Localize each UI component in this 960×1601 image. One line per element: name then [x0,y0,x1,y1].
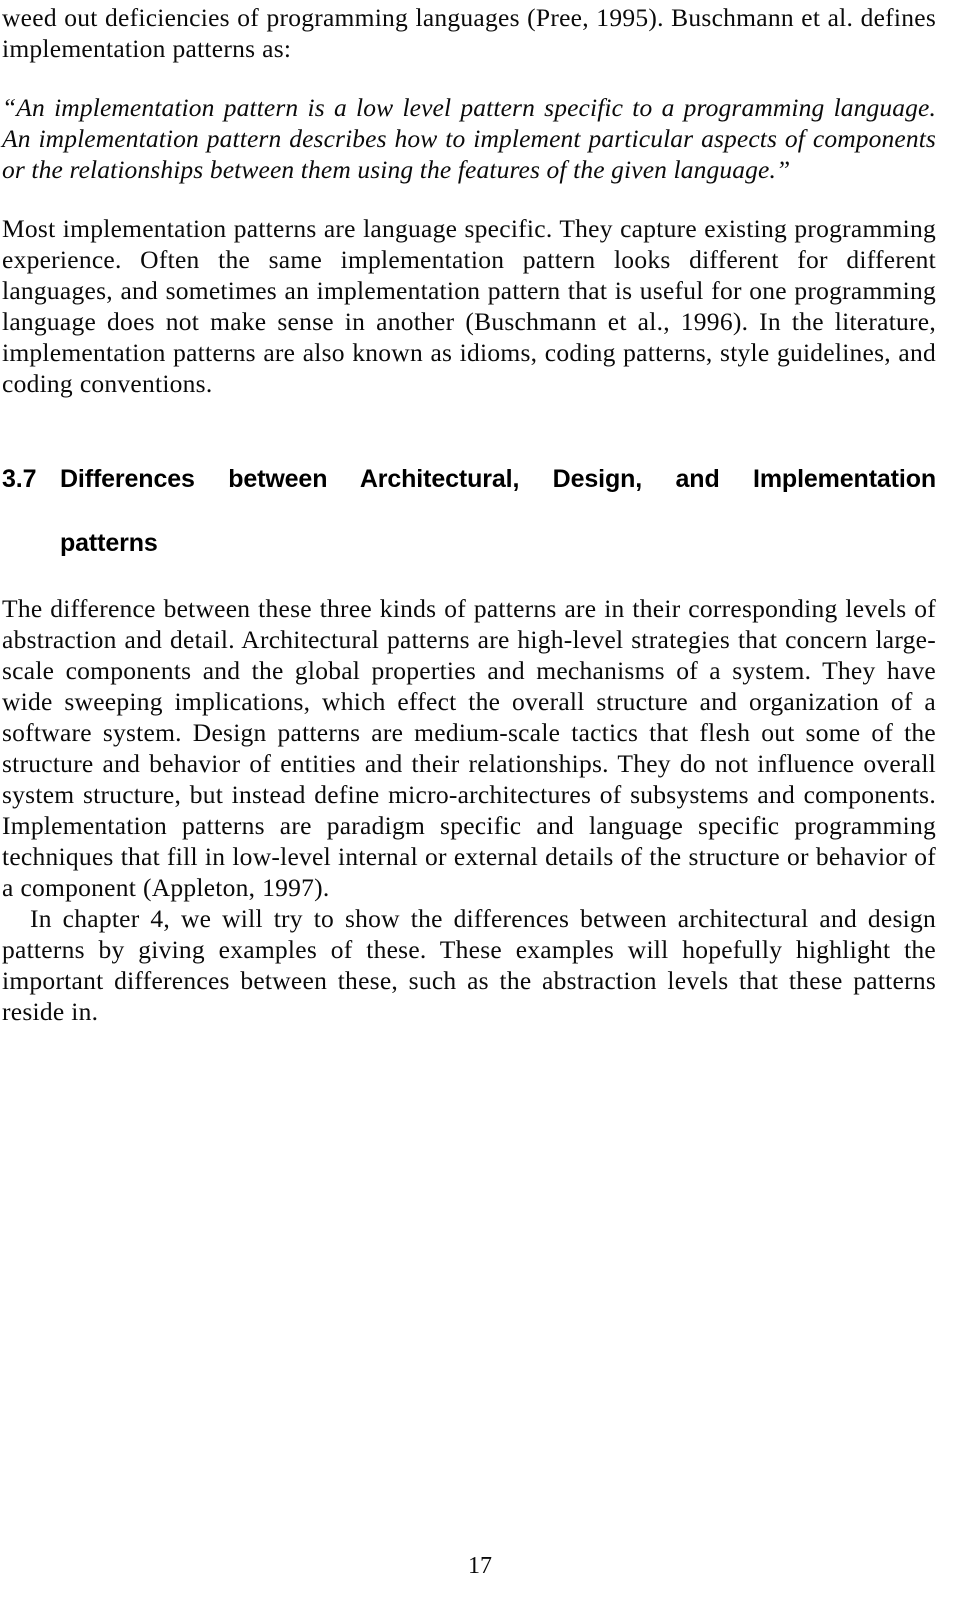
spacer-before-blockquote [2,64,936,92]
paragraph-closing: In chapter 4, we will try to show the di… [2,904,936,1026]
section-title: Differences between Architectural, Desig… [60,465,936,493]
section-heading-line-1: 3.7 Differences between Architectural, D… [2,463,936,527]
page-content: weed out deficiencies of programming lan… [2,0,936,1027]
spacer-before-heading [2,399,936,463]
document-page: weed out deficiencies of programming lan… [0,0,960,1601]
section-title-continuation: patterns [60,529,158,557]
paragraph-section-body: The difference between these three kinds… [2,594,936,902]
paragraph-after-quote: Most implementation patterns are languag… [2,214,936,398]
spacer-after-heading [2,559,936,593]
section-number: 3.7 [2,465,37,493]
page-number: 17 [468,1553,492,1579]
blockquote-implementation-pattern-definition: “An implementation pattern is a low leve… [2,93,936,184]
paragraph-intro: weed out deficiencies of programming lan… [2,3,936,63]
section-heading: 3.7 Differences between Architectural, D… [2,463,936,559]
spacer-after-blockquote [2,185,936,213]
